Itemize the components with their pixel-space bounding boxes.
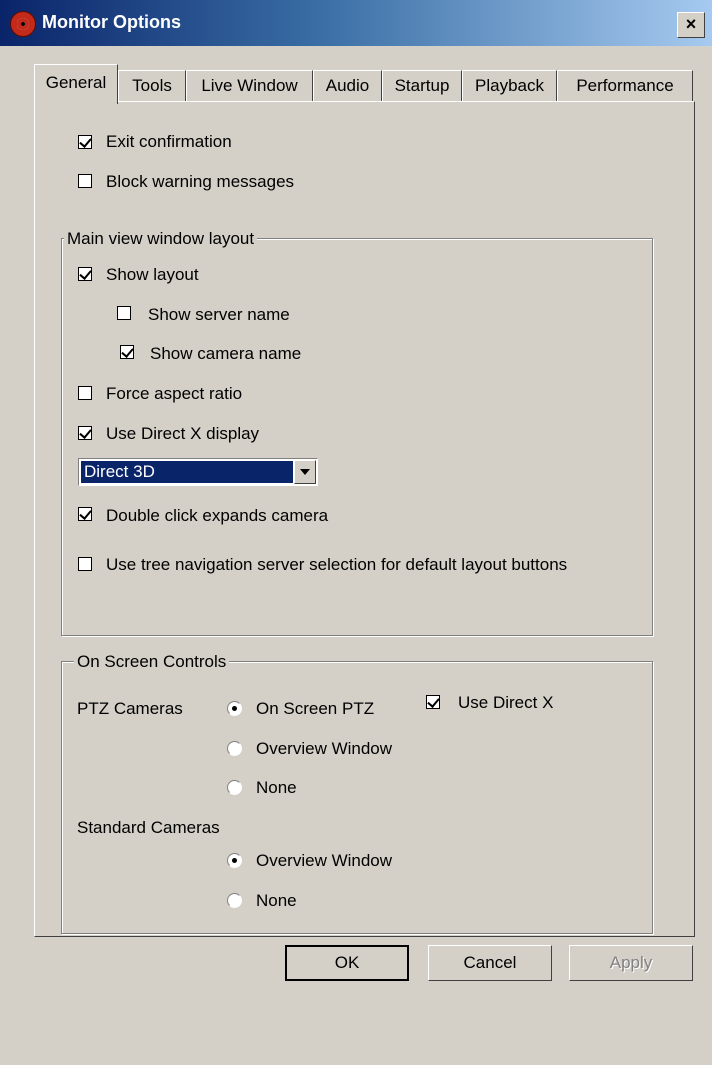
ptz-none-label: None	[256, 778, 297, 797]
main-view-layout-title: Main view window layout	[64, 229, 258, 249]
use-directx-display-label: Use Direct X display	[106, 424, 260, 443]
eye-icon	[10, 11, 36, 37]
exit-confirmation-checkbox[interactable]	[78, 135, 92, 149]
standard-cameras-label: Standard Cameras	[77, 818, 220, 837]
double-click-label: Double click expands camera	[106, 506, 329, 525]
tab-playback[interactable]: Playback	[462, 70, 557, 102]
tab-general[interactable]: General	[34, 64, 118, 104]
cancel-button[interactable]: Cancel	[428, 945, 552, 981]
use-direct-x-checkbox[interactable]	[426, 695, 440, 709]
ptz-none-radio[interactable]	[227, 780, 242, 795]
ptz-overview-radio[interactable]	[227, 741, 242, 756]
tab-audio[interactable]: Audio	[313, 70, 382, 102]
standard-overview-label: Overview Window	[256, 851, 393, 870]
tab-tools[interactable]: Tools	[118, 70, 186, 102]
tab-startup[interactable]: Startup	[382, 70, 462, 102]
use-direct-x-label: Use Direct X	[458, 693, 554, 712]
exit-confirmation-label: Exit confirmation	[106, 132, 232, 151]
display-mode-value: Direct 3D	[81, 461, 293, 483]
on-screen-controls-title: On Screen Controls	[74, 652, 230, 672]
chevron-down-icon[interactable]	[294, 460, 316, 484]
show-server-name-label: Show server name	[148, 305, 290, 324]
force-aspect-checkbox[interactable]	[78, 386, 92, 400]
ptz-cameras-label: PTZ Cameras	[77, 699, 183, 718]
ok-button[interactable]: OK	[285, 945, 409, 981]
show-camera-name-checkbox[interactable]	[120, 345, 134, 359]
show-layout-label: Show layout	[106, 265, 199, 284]
tree-nav-checkbox[interactable]	[78, 557, 92, 571]
force-aspect-label: Force aspect ratio	[106, 384, 243, 403]
monitor-options-dialog: Monitor Options × General Tools Live Win…	[0, 0, 712, 1065]
standard-none-radio[interactable]	[227, 893, 242, 908]
tree-nav-label: Use tree navigation server selection for…	[106, 555, 568, 574]
double-click-checkbox[interactable]	[78, 507, 92, 521]
window-title: Monitor Options	[42, 12, 181, 32]
show-server-name-checkbox[interactable]	[117, 306, 131, 320]
block-warning-checkbox[interactable]	[78, 174, 92, 188]
close-button[interactable]: ×	[677, 12, 705, 38]
apply-button[interactable]: Apply	[569, 945, 693, 981]
tab-performance[interactable]: Performance	[557, 70, 693, 102]
ptz-on-screen-radio[interactable]	[227, 701, 242, 716]
show-camera-name-label: Show camera name	[150, 344, 302, 363]
use-directx-display-checkbox[interactable]	[78, 426, 92, 440]
title-bar[interactable]: Monitor Options ×	[0, 0, 712, 46]
show-layout-checkbox[interactable]	[78, 267, 92, 281]
ptz-on-screen-label: On Screen PTZ	[256, 699, 375, 718]
ptz-overview-label: Overview Window	[256, 739, 393, 758]
standard-overview-radio[interactable]	[227, 853, 242, 868]
display-mode-select[interactable]: Direct 3D	[78, 458, 318, 486]
standard-none-label: None	[256, 891, 297, 910]
block-warning-label: Block warning messages	[106, 172, 295, 191]
tab-live-window[interactable]: Live Window	[186, 70, 313, 102]
